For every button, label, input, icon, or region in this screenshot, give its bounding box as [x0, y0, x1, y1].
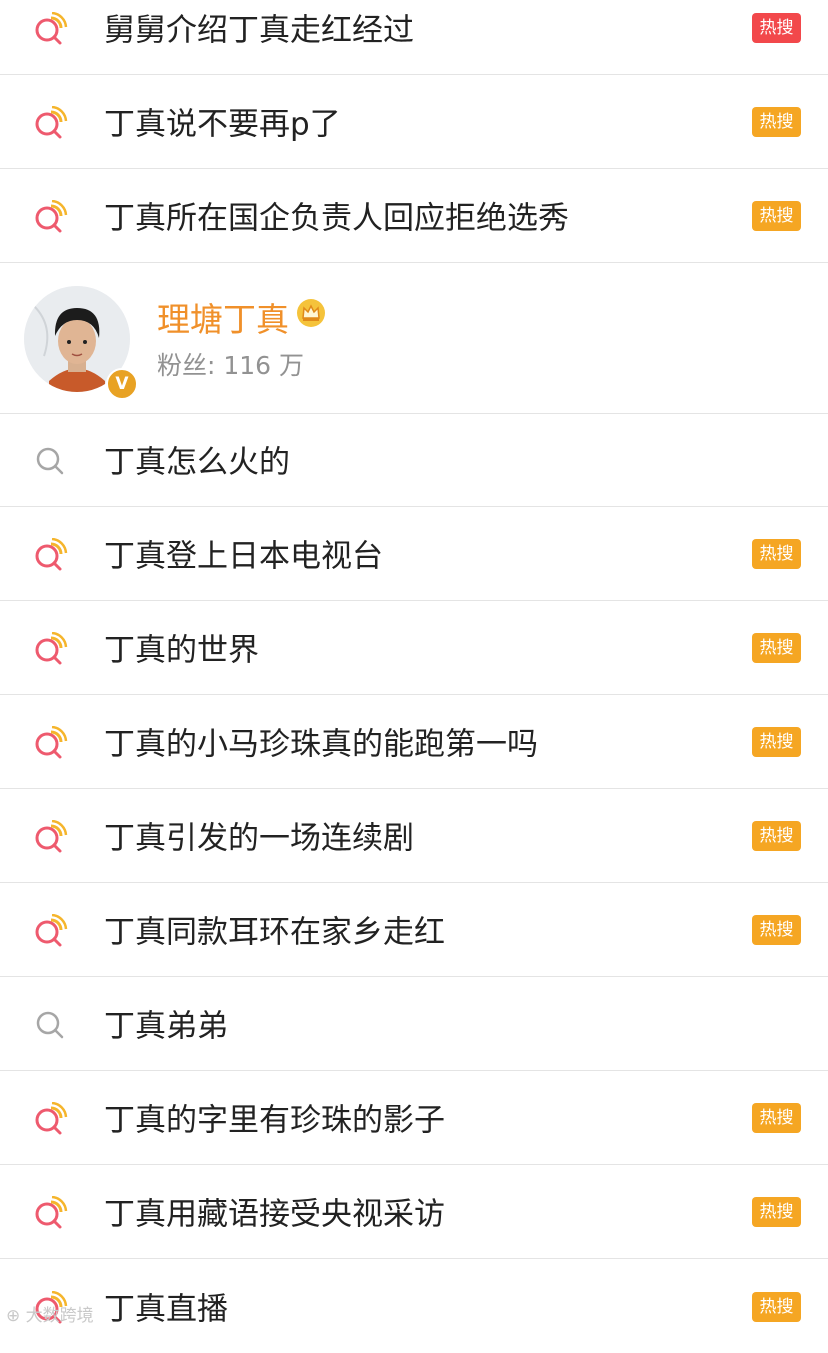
list-item[interactable]: 丁真的字里有珍珠的影子 热搜 [0, 1072, 828, 1165]
list-item[interactable]: 丁真怎么火的 [0, 414, 828, 507]
fans-count: 粉丝: 116 万 [157, 351, 305, 380]
hot-search-icon [35, 726, 68, 759]
result-text: 丁真怎么火的 [104, 444, 290, 481]
hot-search-icon [35, 538, 68, 571]
list-item[interactable]: 丁真所在国企负责人回应拒绝选秀 热搜 [0, 170, 828, 263]
hot-search-icon [35, 820, 68, 853]
hot-badge: 热搜 [752, 1103, 801, 1133]
hot-badge: 热搜 [752, 201, 801, 231]
result-text: 舅舅介绍丁真走红经过 [104, 12, 414, 49]
hot-badge: 热搜 [752, 821, 801, 851]
list-item[interactable]: 丁真弟弟 [0, 978, 828, 1071]
hot-badge: 热搜 [752, 633, 801, 663]
hot-search-icon [35, 12, 68, 45]
hot-search-icon [35, 106, 68, 139]
result-text: 丁真引发的一场连续剧 [104, 820, 414, 857]
result-text: 丁真的世界 [104, 632, 259, 669]
list-item[interactable]: 丁真的小马珍珠真的能跑第一吗 热搜 [0, 696, 828, 789]
search-icon [36, 1011, 64, 1039]
result-text: 丁真用藏语接受央视采访 [104, 1196, 445, 1233]
result-text: 丁真弟弟 [104, 1008, 228, 1045]
list-item[interactable]: 舅舅介绍丁真走红经过 热搜 [0, 0, 828, 75]
hot-badge: 热搜 [752, 1291, 801, 1322]
list-item[interactable]: 丁真直播 热搜 [0, 1260, 828, 1353]
hot-badge: 热搜 [752, 915, 801, 945]
list-item[interactable]: 丁真的世界 热搜 [0, 602, 828, 695]
result-text: 丁真的字里有珍珠的影子 [104, 1102, 445, 1139]
crown-icon [297, 299, 325, 327]
hot-badge: 热搜 [752, 13, 801, 43]
hot-search-icon [35, 1102, 68, 1135]
list-item[interactable]: 丁真用藏语接受央视采访 热搜 [0, 1166, 828, 1259]
result-text: 丁真所在国企负责人回应拒绝选秀 [104, 200, 569, 237]
hot-search-icon [35, 914, 68, 947]
result-text: 丁真登上日本电视台 [104, 538, 383, 575]
result-text: 丁真同款耳环在家乡走红 [104, 914, 445, 951]
watermark-text: 大数跨境 [25, 1306, 94, 1326]
hot-badge: 热搜 [752, 107, 801, 137]
hot-badge: 热搜 [752, 539, 801, 569]
watermark-icon: ⊕ [6, 1306, 26, 1326]
list-item[interactable]: 丁真登上日本电视台 热搜 [0, 508, 828, 601]
verified-badge: V [106, 368, 138, 400]
hot-search-icon [35, 200, 68, 233]
list-item[interactable]: 丁真说不要再p了 热搜 [0, 76, 828, 169]
result-text: 丁真说不要再p了 [104, 106, 341, 143]
search-icon [36, 447, 64, 475]
user-name[interactable]: 理塘丁真 [157, 293, 289, 341]
hot-search-icon [35, 1196, 68, 1229]
result-text: 丁真直播 [104, 1291, 228, 1328]
hot-badge: 热搜 [752, 727, 801, 757]
hot-search-icon [35, 632, 68, 665]
list-item[interactable]: 丁真同款耳环在家乡走红 热搜 [0, 884, 828, 977]
list-item[interactable]: 丁真引发的一场连续剧 热搜 [0, 790, 828, 883]
hot-badge: 热搜 [752, 1197, 801, 1227]
watermark: ⊕ 大数跨境 [6, 1301, 94, 1326]
result-text: 丁真的小马珍珠真的能跑第一吗 [104, 726, 538, 763]
user-card[interactable]: V 理塘丁真 粉丝: 116 万 [0, 264, 828, 414]
avatar[interactable]: V [24, 286, 138, 400]
